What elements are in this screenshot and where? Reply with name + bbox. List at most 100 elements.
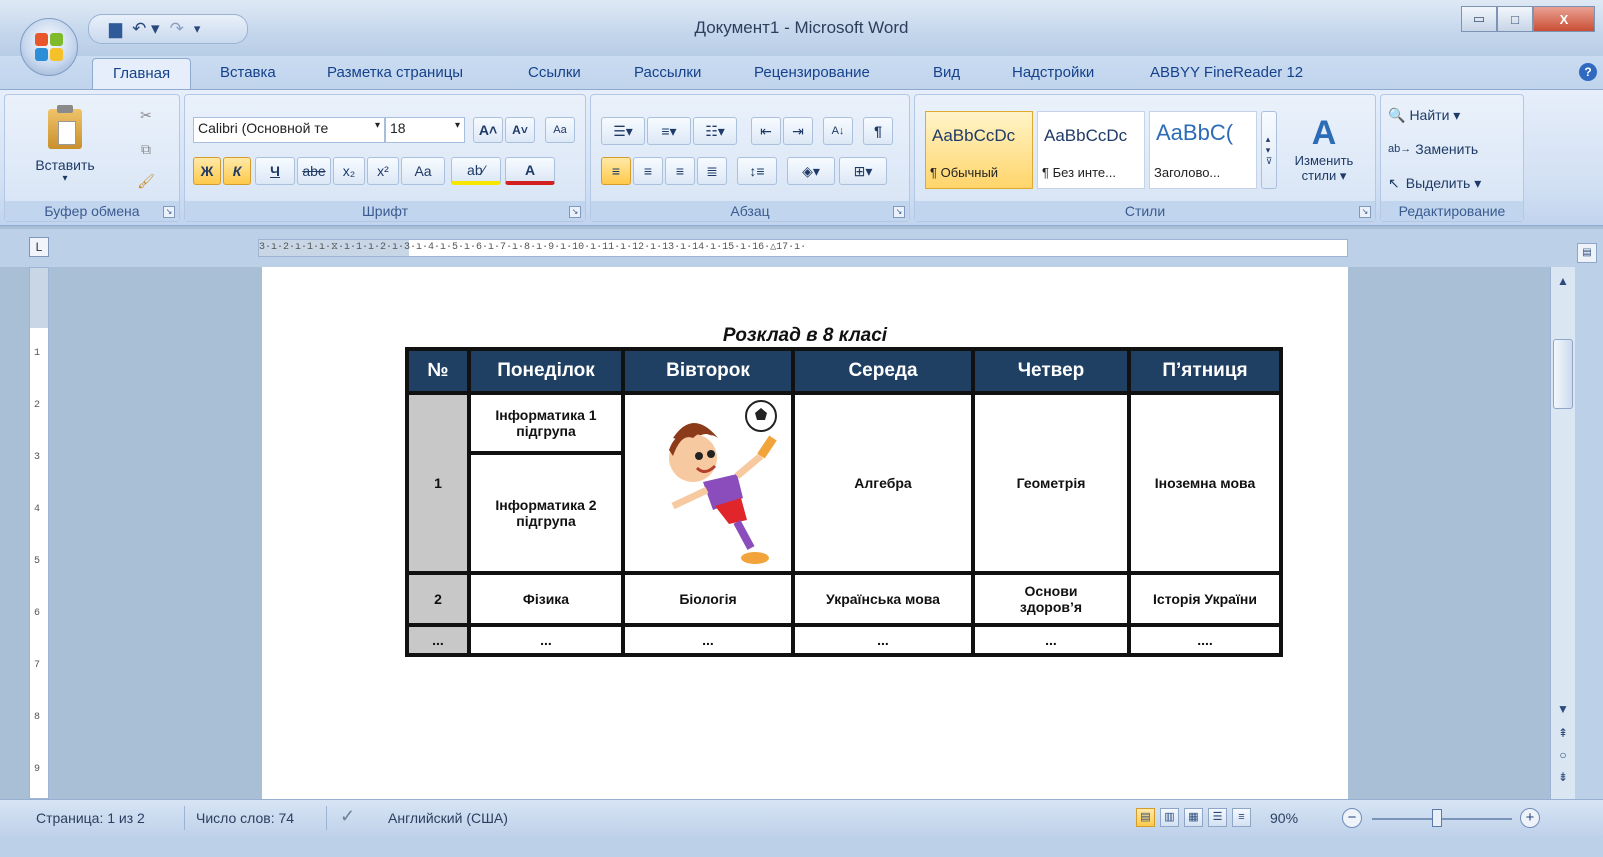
subscript-button[interactable]: x₂ [333, 157, 365, 185]
minimize-button[interactable]: ▭ [1461, 6, 1497, 32]
zoom-level[interactable]: 90% [1270, 810, 1298, 826]
align-right-icon[interactable]: ≡ [665, 157, 695, 185]
show-marks-icon[interactable]: ¶ [863, 117, 893, 145]
horizontal-ruler[interactable]: 3·ı·2·ı·1·ı·⧖·ı·1·ı·2·ı·3·ı·4·ı·5·ı·6·ı·… [258, 239, 1348, 257]
tab-view[interactable]: Вид [933, 64, 960, 81]
word-count[interactable]: Число слов: 74 [196, 810, 294, 826]
zoom-out-button[interactable]: − [1342, 808, 1362, 828]
paste-button[interactable]: Вставить ▾ [15, 101, 115, 191]
bottom-edge [0, 836, 1603, 857]
change-styles-label: Изменить стили ▾ [1294, 153, 1354, 183]
next-page-icon[interactable]: ⇟ [1553, 767, 1573, 787]
increase-indent-icon[interactable]: ⇥ [783, 117, 813, 145]
change-styles-button[interactable]: A Изменить стили ▾ [1281, 101, 1367, 197]
font-launcher-icon[interactable]: ↘ [569, 206, 581, 218]
tab-abbyy[interactable]: ABBYY FineReader 12 [1150, 64, 1303, 81]
style-name: ¶ Без инте... [1042, 165, 1116, 180]
tab-selector-button[interactable]: L [29, 237, 49, 257]
style-heading-1[interactable]: AaBbC( Заголово... [1149, 111, 1257, 189]
font-size-dropdown[interactable]: 18 ▾ [385, 117, 465, 143]
format-painter-icon[interactable]: 🖌 [133, 169, 159, 193]
draft-view-icon[interactable]: ≡ [1232, 808, 1251, 827]
divider [184, 806, 185, 830]
vertical-scrollbar[interactable]: ▲ ▼ ⇞ ○ ⇟ [1550, 267, 1575, 799]
zoom-in-button[interactable]: + [1520, 808, 1540, 828]
office-button[interactable] [20, 18, 78, 76]
paste-arrow-icon: ▾ [62, 172, 68, 184]
print-layout-view-icon[interactable]: ▤ [1136, 808, 1155, 827]
change-styles-icon: A [1311, 114, 1337, 152]
table-row: 2 Фізика Біологія Українська мова Основи… [405, 571, 1283, 627]
style-no-spacing[interactable]: AaBbCcDc ¶ Без инте... [1037, 111, 1145, 189]
proofing-icon[interactable]: ✓ [340, 806, 355, 827]
bullets-icon[interactable]: ☰▾ [601, 117, 645, 145]
header-cell: П’ятниця [1127, 347, 1283, 395]
tab-insert[interactable]: Вставка [220, 64, 276, 81]
editing-group: 🔍 Найти ▾ ab→ Заменить ↖ Выделить ▾ Редакти… [1380, 94, 1524, 222]
tab-mailings[interactable]: Рассылки [634, 64, 701, 81]
font-color-button[interactable]: A [505, 157, 555, 185]
tab-review[interactable]: Рецензирование [754, 64, 870, 81]
header-cell: № [405, 347, 471, 395]
replace-label: Заменить [1415, 141, 1479, 157]
strikethrough-button[interactable]: abe [297, 157, 331, 185]
styles-scroll[interactable]: ▴ ▾ ⊽ [1261, 111, 1277, 189]
numbering-icon[interactable]: ≡▾ [647, 117, 691, 145]
table-cell: Біологія [621, 571, 795, 627]
shading-icon[interactable]: ◈▾ [787, 157, 835, 185]
font-group-label: Шрифт [185, 201, 585, 221]
line-spacing-icon[interactable]: ↕≡ [737, 157, 777, 185]
cut-icon[interactable]: ✂ [133, 103, 159, 127]
tab-addins[interactable]: Надстройки [1012, 64, 1094, 81]
language-indicator[interactable]: Английский (США) [388, 810, 508, 826]
scroll-down-icon[interactable]: ▼ [1553, 699, 1573, 719]
align-center-icon[interactable]: ≡ [633, 157, 663, 185]
shrink-font-button[interactable]: A˅ [505, 117, 535, 143]
justify-icon[interactable]: ≣ [697, 157, 727, 185]
scroll-thumb[interactable] [1553, 339, 1573, 409]
help-icon[interactable]: ? [1579, 63, 1597, 81]
italic-button[interactable]: К [223, 157, 251, 185]
tab-references[interactable]: Ссылки [528, 64, 581, 81]
clipboard-launcher-icon[interactable]: ↘ [163, 206, 175, 218]
ruler-number: 6 [34, 608, 41, 619]
previous-page-icon[interactable]: ⇞ [1553, 723, 1573, 743]
superscript-button[interactable]: x² [367, 157, 399, 185]
ruler-toggle-icon[interactable]: ▤ [1577, 243, 1597, 263]
font-name-value: Calibri (Основной те [198, 120, 329, 136]
outline-view-icon[interactable]: ☰ [1208, 808, 1227, 827]
vertical-ruler[interactable]: 1 2 3 4 5 6 7 8 9 [29, 267, 49, 799]
paragraph-launcher-icon[interactable]: ↘ [893, 206, 905, 218]
full-screen-reading-icon[interactable]: ▥ [1160, 808, 1179, 827]
page-counter[interactable]: Страница: 1 из 2 [36, 810, 145, 826]
multilevel-list-icon[interactable]: ☷▾ [693, 117, 737, 145]
tab-home[interactable]: Главная [92, 58, 192, 91]
change-case-button[interactable]: Aa [401, 157, 445, 185]
style-normal[interactable]: AaBbCcDc ¶ Обычный [925, 111, 1033, 189]
sort-icon[interactable]: A↓ [823, 117, 853, 145]
zoom-slider-thumb[interactable] [1432, 809, 1442, 827]
borders-icon[interactable]: ⊞▾ [839, 157, 887, 185]
clear-formatting-button[interactable]: Aa [545, 117, 575, 143]
decrease-indent-icon[interactable]: ⇤ [751, 117, 781, 145]
font-name-dropdown[interactable]: Calibri (Основной те ▾ [193, 117, 385, 143]
highlight-button[interactable]: ab⁄ [451, 157, 501, 185]
tab-page-layout[interactable]: Разметка страницы [327, 64, 463, 81]
copy-icon[interactable]: ⧉ [133, 137, 159, 161]
select-button[interactable]: ↖ Выделить ▾ [1387, 169, 1517, 197]
align-left-icon[interactable]: ≡ [601, 157, 631, 185]
scroll-up-icon[interactable]: ▲ [1553, 271, 1573, 291]
zoom-slider[interactable] [1372, 818, 1512, 820]
browse-object-icon[interactable]: ○ [1553, 745, 1573, 765]
styles-launcher-icon[interactable]: ↘ [1359, 206, 1371, 218]
maximize-button[interactable]: □ [1497, 6, 1533, 32]
bold-button[interactable]: Ж [193, 157, 221, 185]
close-button[interactable]: X [1533, 6, 1595, 32]
replace-button[interactable]: ab→ Заменить [1387, 135, 1517, 163]
web-layout-icon[interactable]: ▦ [1184, 808, 1203, 827]
document-page[interactable]: Розклад в 8 класі № Понеділок Вівторок С… [262, 267, 1348, 799]
grow-font-button[interactable]: A˄ [473, 117, 503, 143]
underline-button[interactable]: Ч [255, 157, 295, 185]
find-button[interactable]: 🔍 Найти ▾ [1387, 101, 1517, 129]
table-cell: 1 [405, 391, 471, 575]
